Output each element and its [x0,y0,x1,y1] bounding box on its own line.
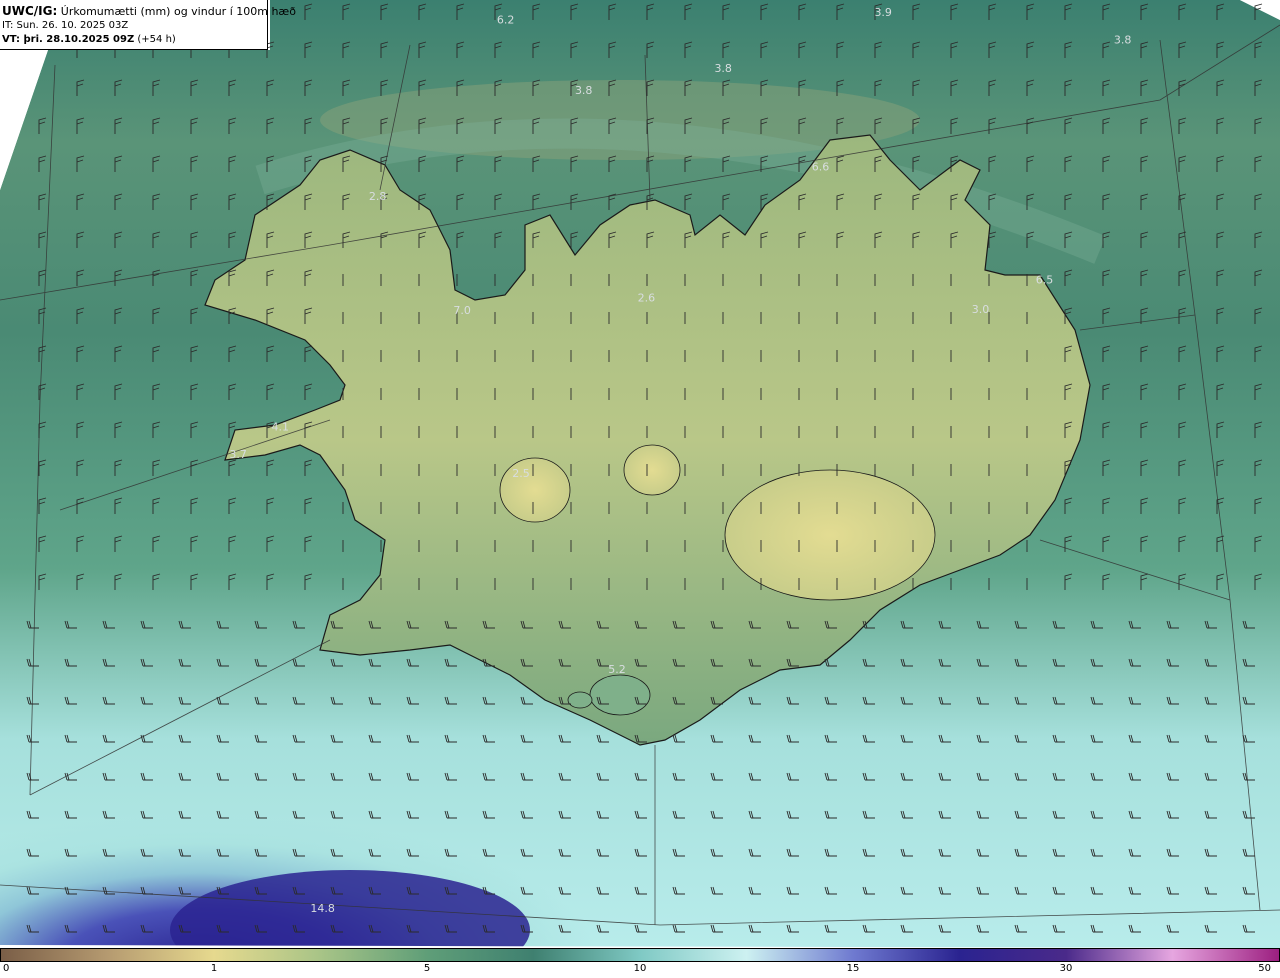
precip-value-label: 6.5 [1036,274,1054,287]
colorbar-tick-label: 5 [423,963,431,974]
colorbar-tick-label: 1 [210,963,218,974]
hofsjokull-glacier [623,444,681,496]
precipitation-map: 6.2 3.9 3.8 3.8 3.8 6.6 2.8 2.6 6.5 3.0 7.0 4.1 3.7 2… [0,0,1280,948]
colorbar-tick-label: 0 [3,963,10,974]
colorbar-tick-label: 50 [1258,963,1271,974]
precip-value-label: 5.2 [608,663,626,676]
langjokull-glacier [499,457,571,523]
myrdalsjokull-glacier [589,674,651,716]
precip-value-label: 3.8 [714,62,732,75]
precip-value-label: 4.1 [272,420,290,433]
valid-time-line: VT: þri. 28.10.2025 09Z (+54 h) [2,33,267,47]
colorbar-labels: 0 1 5 10 15 30 50 [0,962,1280,978]
precip-value-label: 2.6 [638,292,656,305]
precip-value-label: 6.2 [497,14,515,27]
precip-value-label: 3.9 [874,6,892,19]
vatnajokull-glacier [724,469,936,601]
valid-time: VT: þri. 28.10.2025 09Z [2,34,135,45]
precip-value-label: 2.5 [512,467,530,480]
colorbar-tick-label: 10 [633,963,647,974]
precip-value-label: 3.7 [229,448,247,461]
model-name: UWC/IG: [2,4,58,18]
precip-value-label: 6.6 [812,161,830,174]
title-box: UWC/IG: Úrkomumætti (mm) og vindur í 100… [0,0,296,50]
colorbar-tick-label: 30 [1059,963,1073,974]
initial-time: IT: Sun. 26. 10. 2025 03Z [2,20,129,31]
title-line: UWC/IG: Úrkomumætti (mm) og vindur í 100… [2,4,296,19]
precip-value-label: 7.0 [453,304,471,317]
precip-value-label: 3.8 [575,84,593,97]
colorbar-tick-label: 15 [846,963,860,974]
eyjafjallajokull-glacier [567,691,593,709]
precip-value-label: 3.0 [972,303,990,316]
colorbar [0,948,1280,962]
precip-value-label: 2.8 [369,190,387,203]
precip-value-label: 14.8 [310,902,335,915]
precip-value-label: 3.8 [1114,34,1132,47]
forecast-hour: (+54 h) [134,34,176,45]
map-title: Úrkomumætti (mm) og vindur í 100m hæð [57,5,296,18]
